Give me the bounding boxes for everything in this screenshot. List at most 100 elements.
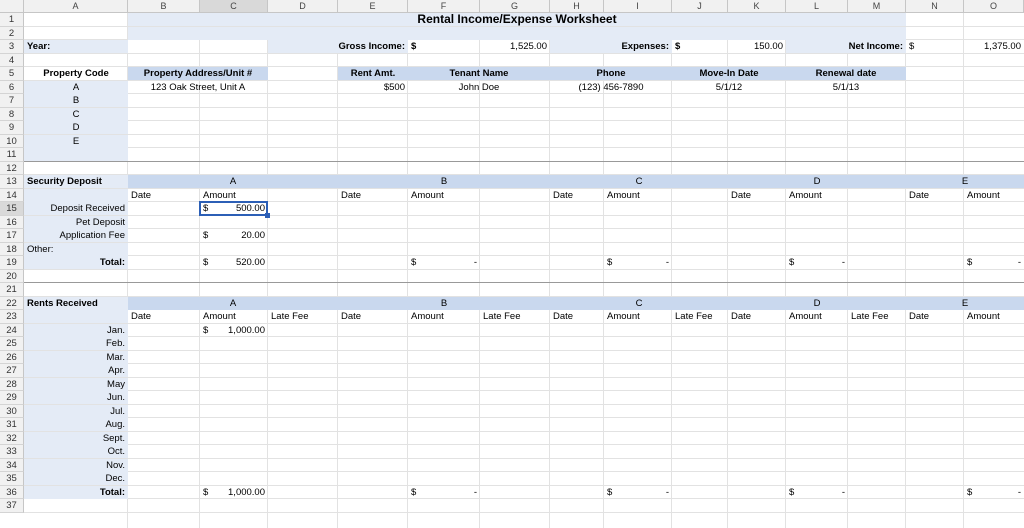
row-header-31[interactable]: 31 xyxy=(0,418,24,432)
month-label[interactable]: Apr. xyxy=(24,364,128,377)
row-header-4[interactable]: 4 xyxy=(0,53,24,67)
column-header-i[interactable]: I xyxy=(604,0,672,13)
row-header-3[interactable]: 3 xyxy=(0,40,24,54)
header-property-address[interactable]: Property Address/Unit # xyxy=(128,67,268,80)
amount-column-label[interactable]: Amount xyxy=(200,310,268,323)
late-fee-column-label[interactable]: Late Fee xyxy=(268,310,338,323)
deposit-row-label[interactable]: Pet Deposit xyxy=(24,216,128,229)
security-total-b[interactable]: - xyxy=(408,256,480,269)
currency-symbol[interactable]: $ xyxy=(408,40,480,53)
other-label[interactable]: Other: xyxy=(24,243,128,256)
row-header-26[interactable]: 26 xyxy=(0,350,24,364)
row-header-8[interactable]: 8 xyxy=(0,107,24,121)
header-rent-amount[interactable]: Rent Amt. xyxy=(338,67,408,80)
group-header-e[interactable]: E xyxy=(906,297,1024,310)
column-header-a[interactable]: A xyxy=(24,0,128,13)
row-header-11[interactable]: 11 xyxy=(0,148,24,162)
row-header-17[interactable]: 17 xyxy=(0,229,24,243)
row-header-5[interactable]: 5 xyxy=(0,67,24,81)
amount-column-label[interactable]: Amount xyxy=(786,189,848,202)
row-header-19[interactable]: 19 xyxy=(0,256,24,270)
amount-column-label[interactable]: Amount xyxy=(408,310,480,323)
rents-total-b[interactable]: - xyxy=(408,486,480,499)
rents-total-a[interactable]: 1,000.00 xyxy=(200,486,268,499)
date-column-label[interactable]: Date xyxy=(338,310,408,323)
expenses-value[interactable]: 150.00 xyxy=(728,40,786,53)
header-property-code[interactable]: Property Code xyxy=(24,67,128,80)
total-label[interactable]: Total: xyxy=(24,256,128,269)
fill-handle[interactable] xyxy=(265,213,270,218)
column-header-e[interactable]: E xyxy=(338,0,408,13)
gross-income-value[interactable]: 1,525.00 xyxy=(480,40,550,53)
gross-income-label[interactable]: Gross Income: xyxy=(268,40,408,53)
header-move-in-date[interactable]: Move-In Date xyxy=(672,67,786,80)
tenant-name[interactable]: John Doe xyxy=(408,81,550,94)
month-label[interactable]: Oct. xyxy=(24,445,128,458)
amount-column-label[interactable]: Amount xyxy=(964,189,1024,202)
month-label[interactable]: Feb. xyxy=(24,337,128,350)
security-total-e[interactable]: - xyxy=(964,256,1024,269)
row-header-18[interactable]: 18 xyxy=(0,242,24,256)
month-label[interactable]: Sept. xyxy=(24,432,128,445)
active-cell-selection[interactable] xyxy=(199,201,268,216)
expenses-label[interactable]: Expenses: xyxy=(550,40,672,53)
date-column-label[interactable]: Date xyxy=(550,189,604,202)
column-header-f[interactable]: F xyxy=(408,0,480,13)
month-label[interactable]: Dec. xyxy=(24,472,128,485)
property-code[interactable]: B xyxy=(24,94,128,107)
select-all-corner[interactable] xyxy=(0,0,24,13)
property-code[interactable]: E xyxy=(24,135,128,148)
month-label[interactable]: Mar. xyxy=(24,351,128,364)
amount-column-label[interactable]: Amount xyxy=(786,310,848,323)
row-header-30[interactable]: 30 xyxy=(0,404,24,418)
rents-total-d[interactable]: - xyxy=(786,486,848,499)
column-header-n[interactable]: N xyxy=(906,0,964,13)
row-header-27[interactable]: 27 xyxy=(0,364,24,378)
group-header-c[interactable]: C xyxy=(550,297,728,310)
worksheet-title[interactable]: Rental Income/Expense Worksheet xyxy=(128,13,906,26)
row-header-24[interactable]: 24 xyxy=(0,323,24,337)
column-header-o[interactable]: O xyxy=(964,0,1024,13)
date-column-label[interactable]: Date xyxy=(338,189,408,202)
group-header-e[interactable]: E xyxy=(906,175,1024,188)
month-label[interactable]: Aug. xyxy=(24,418,128,431)
renewal-date[interactable]: 5/1/13 xyxy=(786,81,906,94)
security-total-d[interactable]: - xyxy=(786,256,848,269)
property-code[interactable]: C xyxy=(24,108,128,121)
row-header-15[interactable]: 15 xyxy=(0,202,24,216)
group-header-d[interactable]: D xyxy=(728,175,906,188)
date-column-label[interactable]: Date xyxy=(550,310,604,323)
property-code[interactable]: A xyxy=(24,81,128,94)
column-header-l[interactable]: L xyxy=(786,0,848,13)
date-column-label[interactable]: Date xyxy=(906,310,964,323)
row-header-34[interactable]: 34 xyxy=(0,458,24,472)
row-header-22[interactable]: 22 xyxy=(0,296,24,310)
application-fee-a[interactable]: 20.00 xyxy=(200,229,268,242)
net-income-label[interactable]: Net Income: xyxy=(786,40,906,53)
amount-column-label[interactable]: Amount xyxy=(604,189,672,202)
column-header-k[interactable]: K xyxy=(728,0,786,13)
amount-column-label[interactable]: Amount xyxy=(964,310,1024,323)
row-header-13[interactable]: 13 xyxy=(0,175,24,189)
deposit-row-label[interactable]: Deposit Received xyxy=(24,202,128,215)
date-column-label[interactable]: Date xyxy=(128,189,200,202)
group-header-a[interactable]: A xyxy=(128,175,338,188)
row-header-20[interactable]: 20 xyxy=(0,269,24,283)
group-header-b[interactable]: B xyxy=(338,297,550,310)
header-phone[interactable]: Phone xyxy=(550,67,672,80)
row-header-25[interactable]: 25 xyxy=(0,337,24,351)
month-label[interactable]: Jan. xyxy=(24,324,128,337)
month-label[interactable]: Nov. xyxy=(24,459,128,472)
currency-symbol[interactable]: $ xyxy=(672,40,728,53)
property-code[interactable]: D xyxy=(24,121,128,134)
rent-amount[interactable]: $500 xyxy=(338,81,408,94)
group-header-d[interactable]: D xyxy=(728,297,906,310)
group-header-b[interactable]: B xyxy=(338,175,550,188)
month-label[interactable]: May xyxy=(24,378,128,391)
security-total-a[interactable]: 520.00 xyxy=(200,256,268,269)
group-header-c[interactable]: C xyxy=(550,175,728,188)
row-header-29[interactable]: 29 xyxy=(0,391,24,405)
row-header-35[interactable]: 35 xyxy=(0,472,24,486)
column-header-c[interactable]: C xyxy=(200,0,268,13)
deposit-row-label[interactable]: Application Fee xyxy=(24,229,128,242)
